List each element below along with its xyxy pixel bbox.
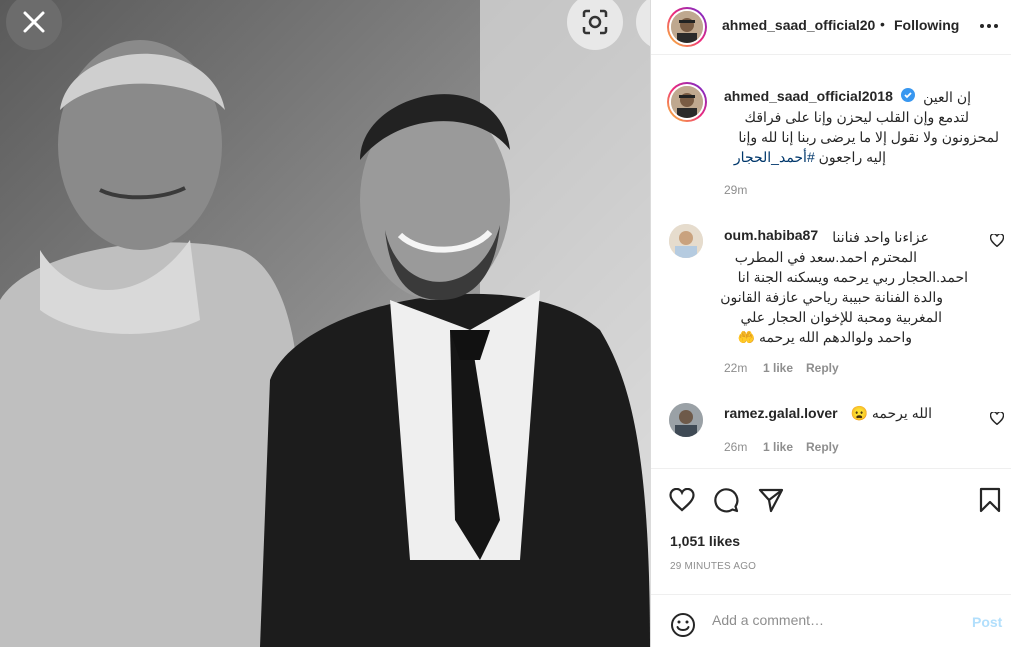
- comment-line: المحترم احمد.سعد في المطرب: [734, 249, 917, 265]
- post-photo: [0, 0, 650, 647]
- author-photo: [671, 11, 703, 43]
- likes-count[interactable]: 1,051 likes: [670, 533, 740, 549]
- photo-illustration: [0, 0, 650, 647]
- comment-time: 26m: [724, 440, 748, 454]
- like-comment-heart-icon[interactable]: [989, 233, 1005, 252]
- like-heart-icon[interactable]: [669, 488, 695, 512]
- more-options-icon[interactable]: [979, 16, 999, 42]
- like-comment-heart-icon[interactable]: [989, 411, 1005, 430]
- caption-text: إليه راجعون: [814, 149, 886, 165]
- verified-badge-icon: [901, 88, 915, 102]
- separator-dot: •: [880, 16, 885, 32]
- comment-likes[interactable]: 1 like: [763, 440, 793, 454]
- caption-username[interactable]: ahmed_saad_official2018: [724, 88, 893, 104]
- comment-line: عزاءنا واحد فناننا: [832, 229, 929, 245]
- comment-likes[interactable]: 1 like: [763, 361, 793, 375]
- post-comment-button[interactable]: Post: [972, 614, 1002, 630]
- commenter-avatar[interactable]: [669, 403, 703, 437]
- visual-search-icon: [582, 9, 608, 35]
- caption-line-4: إليه راجعون #أحمد_الحجار: [734, 147, 886, 167]
- comment-bubble-icon[interactable]: [713, 487, 739, 513]
- caption-line-3: لمحزونون ولا نقول إلا ما يرضى ربنا إنا ل…: [738, 129, 999, 145]
- comment-line: والدة الفنانة حبيبة رياحي عازفة القانون: [720, 289, 943, 305]
- comment-line: احمد.الحجار ربي يرحمه ويسكنه الجنة انا: [737, 269, 968, 285]
- commenter-username[interactable]: oum.habiba87: [724, 227, 818, 243]
- post-details-panel: ahmed_saad_official20 • Following ahmed_…: [650, 0, 1011, 647]
- emoji-icon[interactable]: [670, 612, 696, 643]
- add-comment-bar: Post: [651, 594, 1011, 648]
- reply-button[interactable]: Reply: [806, 361, 839, 375]
- divider: [651, 468, 1011, 469]
- author-username[interactable]: ahmed_saad_official20: [722, 17, 878, 33]
- comment-line: المغربية ومحبة للإخوان الحجار علي: [740, 309, 942, 325]
- caption-hashtag[interactable]: #أحمد_الحجار: [734, 149, 815, 165]
- close-icon: [23, 11, 45, 33]
- post-header: ahmed_saad_official20 • Following: [651, 0, 1011, 55]
- commenter-username[interactable]: ramez.galal.lover: [724, 405, 838, 421]
- author-avatar[interactable]: [667, 7, 707, 47]
- comment-time: 22m: [724, 361, 748, 375]
- caption-author-photo: [671, 86, 703, 118]
- share-send-icon[interactable]: [758, 487, 784, 513]
- caption-avatar[interactable]: [667, 82, 707, 122]
- comment-line: الله يرحمه 😦: [850, 405, 932, 421]
- save-bookmark-icon[interactable]: [979, 487, 1001, 513]
- following-button[interactable]: Following: [894, 17, 959, 33]
- commenter-avatar[interactable]: [669, 224, 703, 258]
- reply-button[interactable]: Reply: [806, 440, 839, 454]
- caption-line-1: إن العين: [923, 89, 971, 105]
- comment-line: واحمد ولوالدهم الله يرحمه 🤲: [737, 329, 912, 345]
- caption-line-2: لتدمع وإن القلب ليحزن وإنا على فراقك: [744, 109, 969, 125]
- caption-time: 29m: [724, 183, 748, 197]
- comment-input[interactable]: [712, 612, 952, 628]
- post-time-ago: 29 MINUTES AGO: [670, 561, 757, 572]
